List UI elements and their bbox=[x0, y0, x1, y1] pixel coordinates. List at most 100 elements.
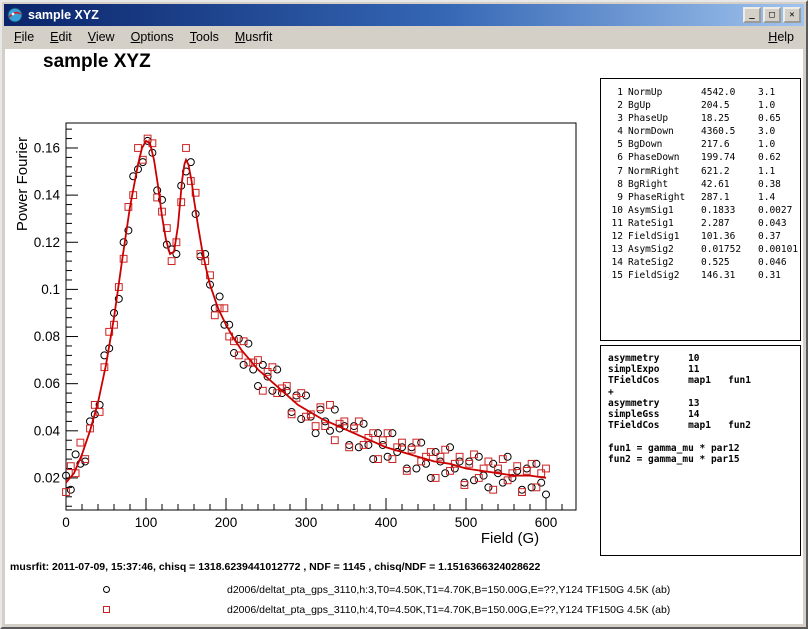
parameter-cell: 287.1 bbox=[701, 191, 753, 204]
legend-square-marker-icon bbox=[103, 606, 110, 613]
legend-label: d2006/deltat_pta_gps_3110,h:3,T0=4.50K,T… bbox=[227, 584, 670, 596]
app-window: sample XYZ _ □ ✕ FileEditViewOptionsTool… bbox=[0, 0, 808, 629]
parameter-cell: 9 bbox=[606, 191, 623, 204]
parameter-cell: 0.65 bbox=[758, 112, 800, 125]
parameter-cell: NormUp bbox=[628, 86, 696, 99]
menubar-left: FileEditViewOptionsToolsMusrfit bbox=[6, 30, 280, 44]
parameter-row: 6 PhaseDown 199.74 0.62 bbox=[601, 151, 800, 164]
parameter-cell: 1.0 bbox=[758, 138, 800, 151]
fit-status-line: musrfit: 2011-07-09, 15:37:46, chisq = 1… bbox=[10, 561, 540, 573]
parameter-cell: 199.74 bbox=[701, 151, 753, 164]
svg-text:0.12: 0.12 bbox=[34, 235, 60, 250]
parameter-cell: BgDown bbox=[628, 138, 696, 151]
theory-line: simplExpo 11 bbox=[608, 364, 800, 375]
parameter-cell: 0.01752 bbox=[701, 243, 753, 256]
titlebar[interactable]: sample XYZ _ □ ✕ bbox=[4, 4, 804, 26]
parameter-row: 4NormDown4360.53.0 bbox=[601, 125, 800, 138]
parameter-cell: 42.61 bbox=[701, 178, 753, 191]
maximize-button[interactable]: □ bbox=[763, 7, 781, 23]
svg-text:0: 0 bbox=[62, 515, 70, 530]
svg-text:0.08: 0.08 bbox=[34, 329, 60, 344]
parameter-row: 7NormRight621.21.1 bbox=[601, 165, 800, 178]
parameter-cell: 3 bbox=[606, 112, 623, 125]
parameter-cell: 13 bbox=[606, 243, 623, 256]
parameter-cell: 1 bbox=[606, 86, 623, 99]
theory-line: TFieldCos map1 fun1 bbox=[608, 375, 800, 386]
svg-text:0.1: 0.1 bbox=[41, 282, 60, 297]
parameter-cell: 6 bbox=[606, 151, 623, 164]
legend-circle-marker-icon bbox=[103, 586, 110, 593]
parameter-cell: AsymSig2 bbox=[628, 243, 696, 256]
svg-text:600: 600 bbox=[535, 515, 558, 530]
minimize-button[interactable]: _ bbox=[743, 7, 761, 23]
parameter-row: 2BgUp204.51.0 bbox=[601, 99, 800, 112]
theory-line: + bbox=[608, 387, 800, 398]
theory-block: asymmetry 10simplExpo 11TFieldCos map1 f… bbox=[608, 353, 800, 465]
svg-text:0.14: 0.14 bbox=[34, 188, 61, 203]
parameter-cell: 0.046 bbox=[758, 256, 800, 269]
parameter-cell: FieldSig1 bbox=[628, 230, 696, 243]
theory-line: asymmetry 13 bbox=[608, 398, 800, 409]
parameter-cell: 0.1833 bbox=[701, 204, 753, 217]
parameter-cell: RateSig1 bbox=[628, 217, 696, 230]
menu-item-edit[interactable]: Edit bbox=[42, 27, 80, 47]
parameter-row: 15FieldSig2146.310.31 bbox=[601, 269, 800, 282]
parameter-cell: BgUp bbox=[628, 99, 696, 112]
theory-panel: asymmetry 10simplExpo 11TFieldCos map1 f… bbox=[600, 345, 801, 556]
series-squares bbox=[63, 135, 550, 495]
svg-text:0.06: 0.06 bbox=[34, 376, 60, 391]
close-button[interactable]: ✕ bbox=[783, 7, 801, 23]
menu-item-musrfit[interactable]: Musrfit bbox=[227, 27, 281, 47]
parameter-cell: FieldSig2 bbox=[628, 269, 696, 282]
root-canvas[interactable]: sample XYZ 01002003004005006000.020.040.… bbox=[5, 49, 803, 624]
parameter-cell: 0.37 bbox=[758, 230, 800, 243]
parameter-cell: 10 bbox=[606, 204, 623, 217]
parameter-row: 11RateSig12.2870.043 bbox=[601, 217, 800, 230]
menu-item-options[interactable]: Options bbox=[123, 27, 182, 47]
svg-text:100: 100 bbox=[135, 515, 158, 530]
parameter-cell: 204.5 bbox=[701, 99, 753, 112]
menu-item-help[interactable]: Help bbox=[760, 27, 802, 47]
legend-label: d2006/deltat_pta_gps_3110,h:4,T0=4.50K,T… bbox=[227, 604, 670, 616]
theory-line: asymmetry 10 bbox=[608, 353, 800, 364]
parameter-cell: 18.25 bbox=[701, 112, 753, 125]
theory-line: simpleGss 14 bbox=[608, 409, 800, 420]
parameter-cell: RateSig2 bbox=[628, 256, 696, 269]
parameter-cell: 0.525 bbox=[701, 256, 753, 269]
parameter-cell: PhaseRight bbox=[628, 191, 696, 204]
menu-item-file[interactable]: File bbox=[6, 27, 42, 47]
parameter-row: 8BgRight42.610.38 bbox=[601, 178, 800, 191]
legend-row: d2006/deltat_pta_gps_3110,h:3,T0=4.50K,T… bbox=[5, 580, 803, 600]
parameter-cell: PhaseDown bbox=[628, 151, 696, 164]
parameter-cell: 0.62 bbox=[758, 151, 800, 164]
parameter-panel: 1NormUp4542.03.12BgUp204.51.03PhaseUp18.… bbox=[600, 78, 801, 341]
axis-labels: 01002003004005006000.020.040.060.080.10.… bbox=[14, 137, 557, 547]
window-title: sample XYZ bbox=[28, 8, 743, 22]
fourier-plot[interactable]: 01002003004005006000.020.040.060.080.10.… bbox=[5, 49, 605, 569]
parameter-row: 9PhaseRight287.11.4 bbox=[601, 191, 800, 204]
parameter-cell: 5 bbox=[606, 138, 623, 151]
parameter-cell: 217.6 bbox=[701, 138, 753, 151]
parameter-row: 14 RateSig2 0.525 0.046 bbox=[601, 256, 800, 269]
parameter-row: 5 BgDown 217.6 1.0 bbox=[601, 138, 800, 151]
parameter-cell: 101.36 bbox=[701, 230, 753, 243]
svg-text:0.04: 0.04 bbox=[34, 423, 61, 438]
parameter-cell: 0.38 bbox=[758, 178, 800, 191]
theory-line: fun1 = gamma_mu * par12 bbox=[608, 443, 800, 454]
menu-item-tools[interactable]: Tools bbox=[182, 27, 227, 47]
legend: d2006/deltat_pta_gps_3110,h:3,T0=4.50K,T… bbox=[5, 580, 803, 620]
parameter-row: 10AsymSig10.18330.0027 bbox=[601, 204, 800, 217]
parameter-cell: 0.00101 bbox=[758, 243, 800, 256]
y-axis-title: Power Fourier bbox=[14, 137, 31, 231]
theory-line bbox=[608, 431, 800, 442]
svg-text:300: 300 bbox=[295, 515, 318, 530]
app-icon bbox=[7, 7, 23, 23]
parameter-cell: 14 bbox=[606, 256, 623, 269]
parameter-cell: 8 bbox=[606, 178, 623, 191]
theory-line: TFieldCos map1 fun2 bbox=[608, 420, 800, 431]
parameter-cell: 7 bbox=[606, 165, 623, 178]
svg-text:0.02: 0.02 bbox=[34, 470, 60, 485]
parameter-cell: 3.1 bbox=[758, 86, 800, 99]
theory-line: fun2 = gamma_mu * par15 bbox=[608, 454, 800, 465]
menu-item-view[interactable]: View bbox=[80, 27, 123, 47]
